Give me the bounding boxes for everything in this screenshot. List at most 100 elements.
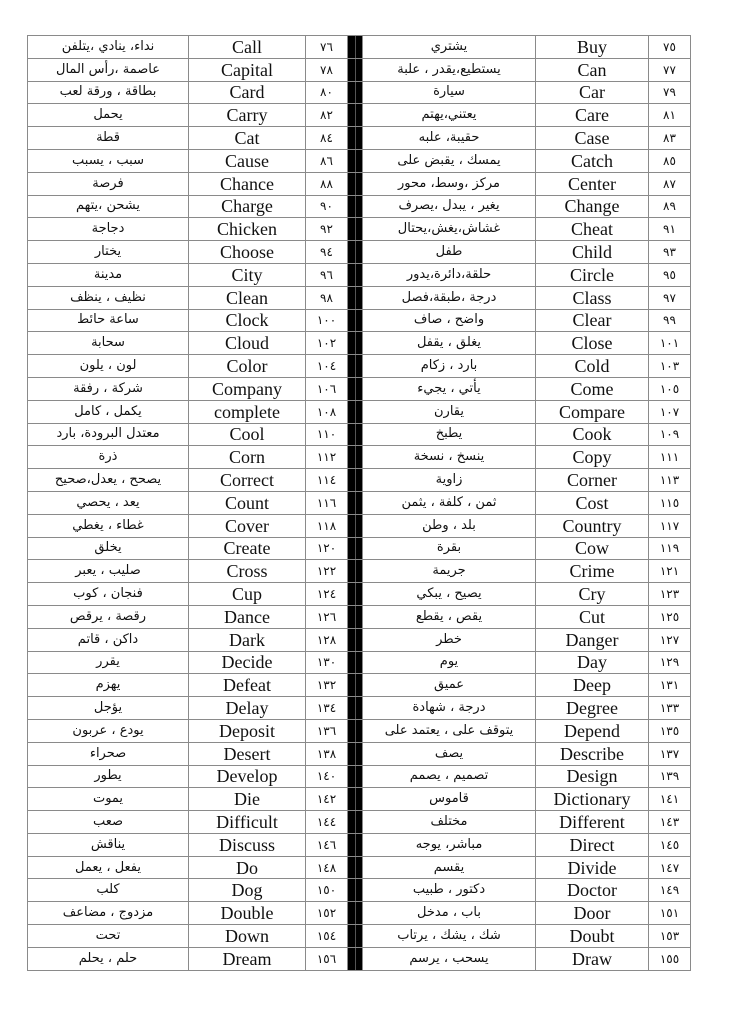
- right-entry-number: ٨٩: [648, 194, 691, 219]
- left-arabic-meaning: مدينة: [27, 262, 189, 287]
- table-row: صحراء Desert ١٣٨ يصف Describe ١٣٧: [27, 741, 691, 766]
- column-separator: [347, 673, 363, 698]
- left-entry-number: ٨٠: [305, 80, 348, 105]
- left-entry-number: ١٢٤: [305, 582, 348, 606]
- left-entry-number: ١٥٦: [305, 946, 348, 971]
- column-separator: [347, 262, 363, 287]
- right-arabic-meaning: مباشر، يوجه: [362, 832, 536, 857]
- right-entry-number: ١٤١: [648, 787, 691, 812]
- left-entry-number: ١٥٢: [305, 901, 348, 926]
- column-separator: [347, 376, 363, 401]
- table-row: قطة Cat ٨٤ حقيبة، علبه Case ٨٣: [27, 126, 691, 150]
- right-english-word: Depend: [535, 718, 649, 743]
- right-arabic-meaning: درجة ،طبقة،فصل: [362, 285, 536, 310]
- left-arabic-meaning: يكمل ، كامل: [27, 399, 189, 424]
- left-arabic-meaning: يهزم: [27, 673, 189, 698]
- left-english-word: Call: [188, 35, 306, 59]
- right-arabic-meaning: يوم: [362, 650, 536, 675]
- left-english-word: Desert: [188, 741, 306, 766]
- right-english-word: Case: [535, 126, 649, 150]
- right-english-word: Corner: [535, 468, 649, 492]
- right-entry-number: ٨٣: [648, 126, 691, 150]
- column-separator: [347, 240, 363, 264]
- left-entry-number: ١١٦: [305, 490, 348, 515]
- left-entry-number: ١٢٦: [305, 604, 348, 629]
- table-row: صعب Difficult ١٤٤ مختلف Different ١٤٣: [27, 810, 691, 834]
- left-english-word: Cat: [188, 126, 306, 150]
- right-arabic-meaning: يستطيع،يقدر ، علبة: [362, 57, 536, 82]
- column-separator: [347, 832, 363, 857]
- right-entry-number: ١٤٥: [648, 832, 691, 857]
- right-entry-number: ١٢٣: [648, 582, 691, 606]
- right-entry-number: ٧٩: [648, 80, 691, 105]
- right-arabic-meaning: طفل: [362, 240, 536, 264]
- right-entry-number: ٧٧: [648, 57, 691, 82]
- table-row: سبب ، يسبب Cause ٨٦ يمسك ، يقبض على Catch ٨٥: [27, 148, 691, 173]
- right-entry-number: ١٣٣: [648, 696, 691, 720]
- right-english-word: Cow: [535, 536, 649, 561]
- left-arabic-meaning: ذرة: [27, 445, 189, 470]
- right-arabic-meaning: يغلق ، يقفل: [362, 331, 536, 356]
- right-english-word: Direct: [535, 832, 649, 857]
- table-row: يهزم Defeat ١٣٢ عميق Deep ١٣١: [27, 673, 691, 698]
- column-separator: [347, 445, 363, 470]
- right-arabic-meaning: يتوقف على ، يعتمد على: [362, 718, 536, 743]
- table-row: يؤجل Delay ١٣٤ درجة ، شهادة Degree ١٣٣: [27, 696, 691, 720]
- right-arabic-meaning: مختلف: [362, 810, 536, 834]
- left-arabic-meaning: بطاقة ، ورقة لعب: [27, 80, 189, 105]
- right-english-word: Cost: [535, 490, 649, 515]
- left-arabic-meaning: يخلق: [27, 536, 189, 561]
- right-english-word: Clear: [535, 308, 649, 333]
- left-english-word: Color: [188, 354, 306, 378]
- left-entry-number: ١٢٠: [305, 536, 348, 561]
- right-entry-number: ١٥٣: [648, 924, 691, 948]
- right-arabic-meaning: يقص ، يقطع: [362, 604, 536, 629]
- right-arabic-meaning: زاوية: [362, 468, 536, 492]
- left-english-word: Die: [188, 787, 306, 812]
- right-entry-number: ٩١: [648, 217, 691, 242]
- left-arabic-meaning: يؤجل: [27, 696, 189, 720]
- right-entry-number: ١٥١: [648, 901, 691, 926]
- left-entry-number: ١٣٤: [305, 696, 348, 720]
- table-row: صليب ، يعبر Cross ١٢٢ جريمة Crime ١٢١: [27, 559, 691, 584]
- column-separator: [347, 559, 363, 584]
- column-separator: [347, 604, 363, 629]
- column-separator: [347, 103, 363, 128]
- right-english-word: Can: [535, 57, 649, 82]
- column-separator: [347, 878, 363, 903]
- left-entry-number: ١٣٨: [305, 741, 348, 766]
- right-english-word: Doctor: [535, 878, 649, 903]
- right-arabic-meaning: سيارة: [362, 80, 536, 105]
- left-arabic-meaning: صحراء: [27, 741, 189, 766]
- right-arabic-meaning: عميق: [362, 673, 536, 698]
- left-english-word: Defeat: [188, 673, 306, 698]
- right-arabic-meaning: يسحب ، يرسم: [362, 946, 536, 971]
- left-arabic-meaning: يموت: [27, 787, 189, 812]
- left-english-word: Cool: [188, 422, 306, 447]
- left-english-word: Capital: [188, 57, 306, 82]
- left-english-word: Cup: [188, 582, 306, 606]
- column-separator: [347, 331, 363, 356]
- right-english-word: Danger: [535, 627, 649, 652]
- right-entry-number: ١٣٥: [648, 718, 691, 743]
- right-english-word: Close: [535, 331, 649, 356]
- column-separator: [347, 855, 363, 880]
- table-row: يطور Develop ١٤٠ تصميم ، يصمم Design ١٣٩: [27, 764, 691, 789]
- column-separator: [347, 696, 363, 720]
- table-row: عاصمة ،رأس المال Capital ٧٨ يستطيع،يقدر ، ع…: [27, 57, 691, 82]
- right-arabic-meaning: يقسم: [362, 855, 536, 880]
- right-english-word: Cold: [535, 354, 649, 378]
- right-entry-number: ١١٩: [648, 536, 691, 561]
- right-entry-number: ٧٥: [648, 35, 691, 59]
- table-row: يعد ، يحصي Count ١١٦ ثمن ، كلفة ، يثمن Cost ١…: [27, 490, 691, 515]
- table-row: يحمل Carry ٨٢ يعتني،يهتم Care ٨١: [27, 103, 691, 128]
- left-english-word: Do: [188, 855, 306, 880]
- right-english-word: Child: [535, 240, 649, 264]
- left-entry-number: ٨٤: [305, 126, 348, 150]
- right-entry-number: ٩٥: [648, 262, 691, 287]
- table-row: فنجان ، كوب Cup ١٢٤ يصيح ، يبكي Cry ١٢٣: [27, 582, 691, 606]
- column-separator: [347, 35, 363, 59]
- left-arabic-meaning: تحت: [27, 924, 189, 948]
- left-entry-number: ١٣٢: [305, 673, 348, 698]
- left-english-word: Company: [188, 376, 306, 401]
